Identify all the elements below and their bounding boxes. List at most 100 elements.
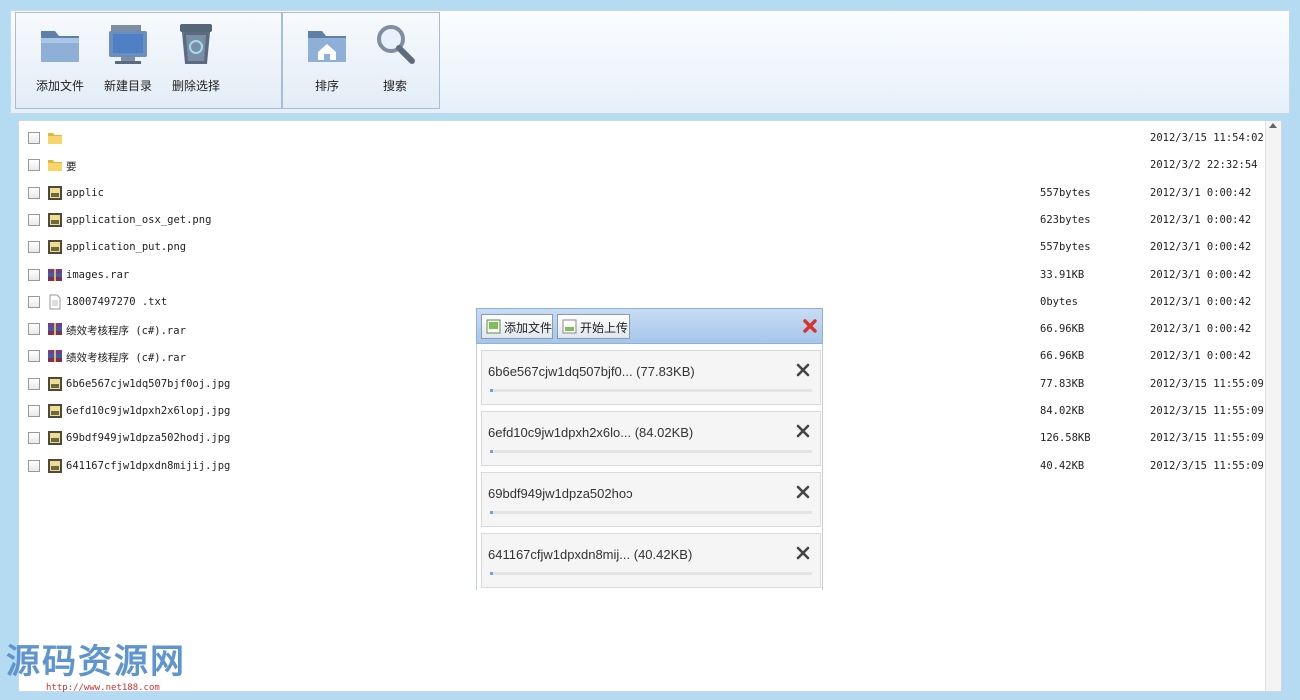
file-name[interactable]: images.rar [66, 269, 129, 281]
vertical-scrollbar[interactable] [1265, 121, 1281, 691]
file-checkbox[interactable] [28, 241, 40, 254]
file-date: 2012/3/1 0:00:42 [1150, 241, 1252, 254]
file-name[interactable]: 要 [66, 159, 77, 174]
file-checkbox[interactable] [28, 268, 40, 281]
folder-icon [48, 160, 62, 172]
file-row[interactable]: application_osx_get.png 623bytes 2012/3/1 … [18, 207, 1264, 234]
file-checkbox[interactable] [28, 159, 40, 172]
file-date: 2012/3/1 0:00:42 [1150, 268, 1252, 281]
upload-progress-bar [490, 572, 812, 575]
file-date: 2012/3/1 0:00:42 [1150, 213, 1252, 226]
file-checkbox[interactable] [28, 377, 40, 390]
image-file-icon [48, 458, 62, 473]
file-date: 2012/3/15 11:55:09 [1150, 459, 1264, 472]
image-file-icon [48, 376, 62, 391]
file-size: 557bytes [1040, 186, 1091, 199]
file-name[interactable]: 69bdf949jw1dpza502hodj.jpg [66, 432, 230, 444]
upload-item: 6efd10c9jw1dpxh2x6lo... (84.02KB) [481, 411, 821, 466]
image-file-icon [48, 212, 62, 227]
file-row[interactable]: 2012/3/15 11:54:02 [18, 125, 1264, 152]
file-checkbox[interactable] [28, 323, 40, 336]
file-size: 0bytes [1040, 295, 1078, 308]
add-file-icon [486, 319, 501, 334]
upload-item: 6b6e567cjw1dq507bjf0... (77.83KB) [481, 350, 821, 405]
file-name[interactable]: 绩效考核程序 (c#).rar [66, 350, 186, 365]
upload-item-name: 6b6e567cjw1dq507bjf0... (77.83KB) [488, 364, 695, 379]
file-checkbox[interactable] [28, 350, 40, 363]
file-size: 557bytes [1040, 241, 1091, 254]
add-file-label: 添加文件 [35, 79, 84, 93]
file-size: 623bytes [1040, 213, 1091, 226]
file-name[interactable]: 6b6e567cjw1dq507bjf0oj.jpg [66, 378, 230, 390]
file-size: 40.42KB [1040, 459, 1085, 472]
file-checkbox[interactable] [28, 405, 40, 417]
file-date: 2012/3/2 22:32:54 [1150, 159, 1258, 172]
remove-icon[interactable] [796, 546, 810, 560]
upload-dialog-header: 添加文件 开始上传 [476, 308, 823, 344]
file-size: 126.58KB [1040, 432, 1091, 445]
upload-progress-bar [490, 450, 812, 453]
file-name[interactable]: 6efd10c9jw1dpxh2x6lopj.jpg [66, 405, 230, 417]
file-size: 66.96KB [1040, 350, 1085, 363]
sort-label: 排序 [314, 79, 339, 93]
search-label: 搜索 [382, 79, 407, 93]
recycle-bin-icon [180, 24, 212, 64]
remove-icon[interactable] [796, 485, 810, 499]
file-size: 77.83KB [1040, 377, 1085, 390]
archive-file-icon [48, 323, 62, 336]
archive-file-icon [48, 350, 62, 363]
file-date: 2012/3/1 0:00:42 [1150, 295, 1252, 308]
file-date: 2012/3/15 11:55:09 [1150, 405, 1264, 417]
computer-icon [109, 25, 147, 64]
file-name[interactable]: 641167cfjw1dpxdn8mijij.jpg [66, 460, 230, 472]
file-name[interactable]: application_put.png [66, 241, 186, 253]
file-size: 66.96KB [1040, 323, 1085, 336]
add-file-button[interactable]: 添加文件 [30, 21, 90, 101]
file-row[interactable]: applic 557bytes 2012/3/1 0:00:42 [18, 180, 1264, 207]
toolbar: 添加文件 新建目录 删除选择 排序 搜索 [10, 10, 1290, 114]
new-directory-button[interactable]: 新建目录 [98, 21, 158, 101]
search-button[interactable]: 搜索 [365, 21, 425, 101]
toolbar-group-view: 排序 搜索 [282, 12, 440, 109]
file-date: 2012/3/1 0:00:42 [1150, 350, 1252, 363]
file-checkbox[interactable] [28, 186, 40, 199]
file-name[interactable]: applic [66, 187, 104, 199]
text-file-icon [49, 294, 61, 310]
file-checkbox[interactable] [28, 459, 40, 472]
upload-progress-bar [490, 389, 812, 392]
upload-icon [562, 319, 577, 334]
file-size: 84.02KB [1040, 405, 1085, 417]
file-checkbox[interactable] [28, 432, 40, 445]
upload-item: 69bdf949jw1dpza502hoɔ [481, 472, 821, 527]
remove-icon[interactable] [796, 363, 810, 377]
search-icon [377, 25, 415, 64]
dialog-add-file-label: 添加文件 [504, 321, 553, 335]
close-icon[interactable] [802, 318, 818, 334]
scroll-up-arrow-icon[interactable] [1269, 123, 1277, 128]
file-name[interactable]: 18007497270 .txt [66, 296, 167, 308]
upload-item-name: 69bdf949jw1dpza502hoɔ [488, 486, 633, 501]
new-directory-label: 新建目录 [103, 79, 152, 93]
start-upload-label: 开始上传 [580, 321, 629, 335]
file-checkbox[interactable] [28, 295, 40, 308]
upload-progress-bar [490, 511, 812, 514]
dialog-add-file-button[interactable]: 添加文件 [481, 314, 553, 339]
delete-selected-button[interactable]: 删除选择 [166, 21, 226, 101]
file-name[interactable]: 绩效考核程序 (c#).rar [66, 323, 186, 338]
file-name[interactable]: application_osx_get.png [66, 214, 211, 226]
file-checkbox[interactable] [28, 213, 40, 226]
remove-icon[interactable] [796, 424, 810, 438]
file-date: 2012/3/1 0:00:42 [1150, 186, 1252, 199]
file-date: 2012/3/15 11:55:09 [1150, 432, 1264, 445]
file-row[interactable]: application_put.png 557bytes 2012/3/1 0:00… [18, 234, 1264, 261]
watermark: 源码资源网 http://www.net188.com [6, 634, 186, 693]
home-folder-icon [308, 31, 346, 62]
watermark-url: http://www.net188.com [46, 683, 160, 693]
file-row[interactable]: 要 2012/3/2 22:32:54 [18, 152, 1264, 179]
start-upload-button[interactable]: 开始上传 [557, 314, 630, 339]
sort-button[interactable]: 排序 [297, 21, 357, 101]
file-row[interactable]: images.rar 33.91KB 2012/3/1 0:00:42 [18, 262, 1264, 289]
image-file-icon [48, 431, 62, 446]
file-checkbox[interactable] [28, 132, 40, 144]
file-date: 2012/3/15 11:54:02 [1150, 132, 1264, 144]
